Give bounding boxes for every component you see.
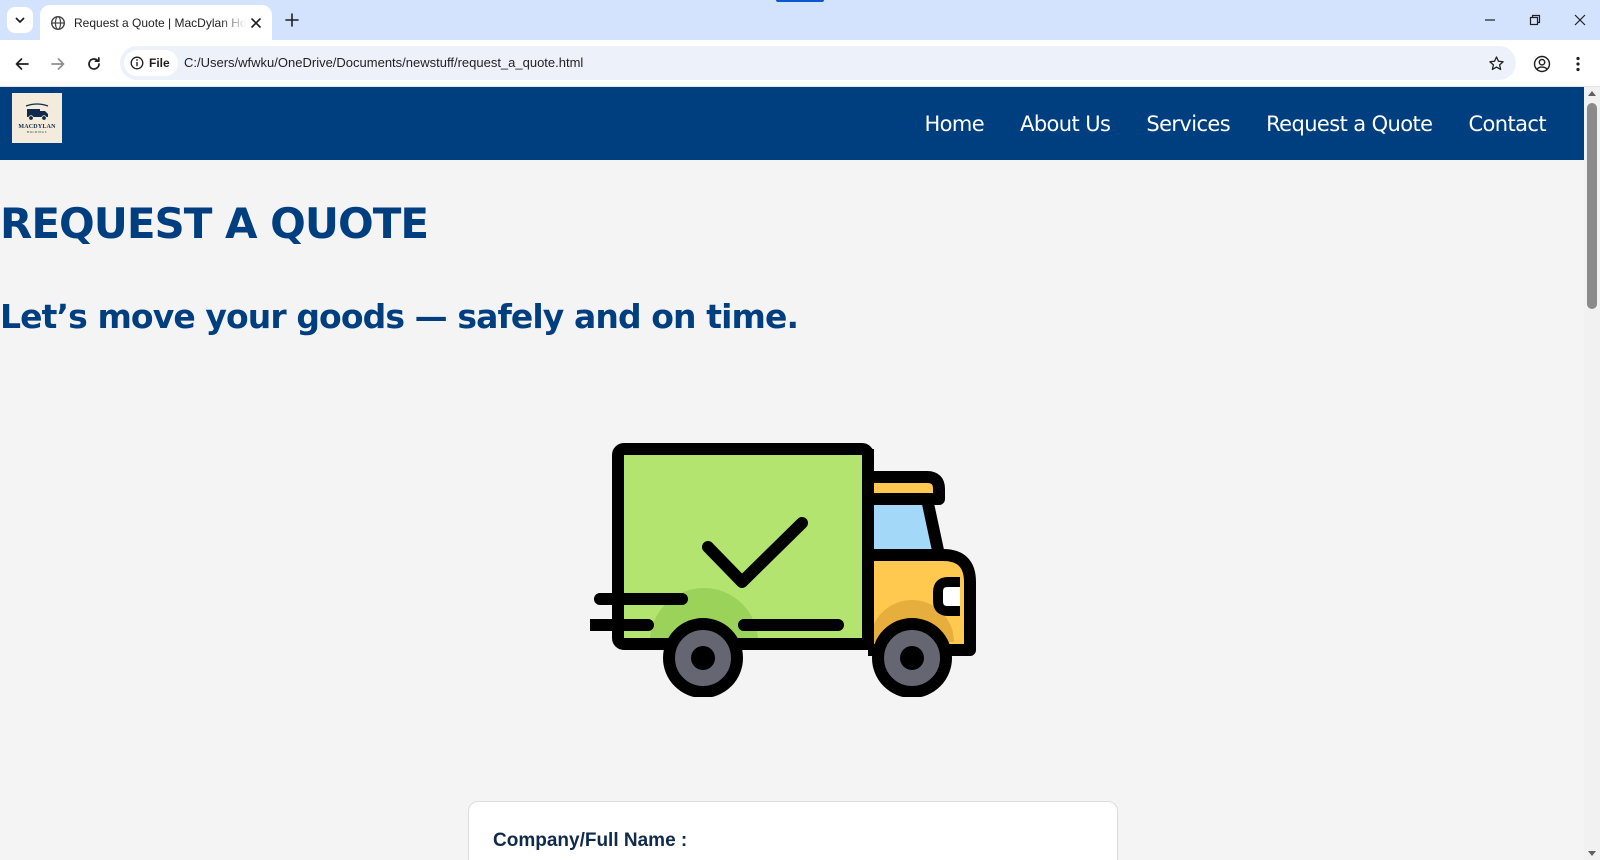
scroll-up-arrow-icon[interactable]	[1588, 91, 1596, 96]
tab-close-icon[interactable]	[248, 15, 264, 31]
address-bar[interactable]: File C:/Users/wfwku/OneDrive/Documents/n…	[120, 46, 1516, 80]
forward-arrow-icon[interactable]	[46, 52, 70, 76]
site-info-chip[interactable]: File	[124, 50, 178, 76]
delivery-truck-check-icon	[590, 443, 976, 697]
reload-icon[interactable]	[82, 52, 106, 76]
tab-strip-indicator	[776, 0, 824, 2]
nav-home[interactable]: Home	[924, 112, 984, 136]
minimize-icon[interactable]	[1478, 8, 1502, 32]
new-tab-plus-icon[interactable]	[282, 10, 302, 30]
restore-icon[interactable]	[1523, 8, 1547, 32]
url-text[interactable]: C:/Users/wfwku/OneDrive/Documents/newstu…	[184, 55, 583, 70]
nav-services[interactable]: Services	[1146, 112, 1230, 136]
profile-icon[interactable]	[1530, 52, 1554, 76]
page-title: REQUEST A QUOTE	[0, 199, 429, 248]
tab-title: Request a Quote | MacDylan Holdings	[74, 15, 246, 30]
back-arrow-icon[interactable]	[10, 52, 34, 76]
page-scrollbar[interactable]	[1584, 87, 1600, 860]
scroll-down-arrow-icon[interactable]	[1588, 851, 1596, 856]
nav-request-a-quote[interactable]: Request a Quote	[1266, 112, 1433, 136]
company-name-label: Company/Full Name :	[493, 830, 688, 851]
browser-toolbar: File C:/Users/wfwku/OneDrive/Documents/n…	[0, 40, 1600, 87]
site-header: MACDYLAN HOLDINGS Home About Us Services…	[0, 87, 1584, 160]
nav-about-us[interactable]: About Us	[1020, 112, 1111, 136]
close-window-icon[interactable]	[1568, 8, 1592, 32]
kebab-menu-icon[interactable]	[1566, 52, 1590, 76]
page-viewport: MACDYLAN HOLDINGS Home About Us Services…	[0, 87, 1584, 860]
chevron-down-icon	[15, 17, 25, 23]
quote-form-card: Company/Full Name :	[468, 801, 1118, 860]
info-icon	[130, 56, 144, 70]
main-nav: Home About Us Services Request a Quote C…	[888, 87, 1546, 160]
tab-search-button[interactable]	[7, 7, 33, 33]
page-tagline: Let’s move your goods — safely and on ti…	[0, 297, 799, 336]
address-chip-label: File	[149, 56, 170, 70]
tab-request-a-quote[interactable]: Request a Quote | MacDylan Holdings	[40, 5, 272, 40]
nav-contact[interactable]: Contact	[1468, 112, 1546, 136]
bookmark-star-icon[interactable]	[1486, 53, 1506, 73]
truck-logo-icon	[25, 102, 49, 121]
site-logo[interactable]: MACDYLAN HOLDINGS	[12, 93, 62, 143]
scrollbar-thumb[interactable]	[1587, 103, 1597, 309]
globe-icon	[50, 15, 66, 30]
logo-subtitle: HOLDINGS	[26, 129, 48, 134]
browser-tab-bar: Request a Quote | MacDylan Holdings	[0, 0, 1600, 40]
